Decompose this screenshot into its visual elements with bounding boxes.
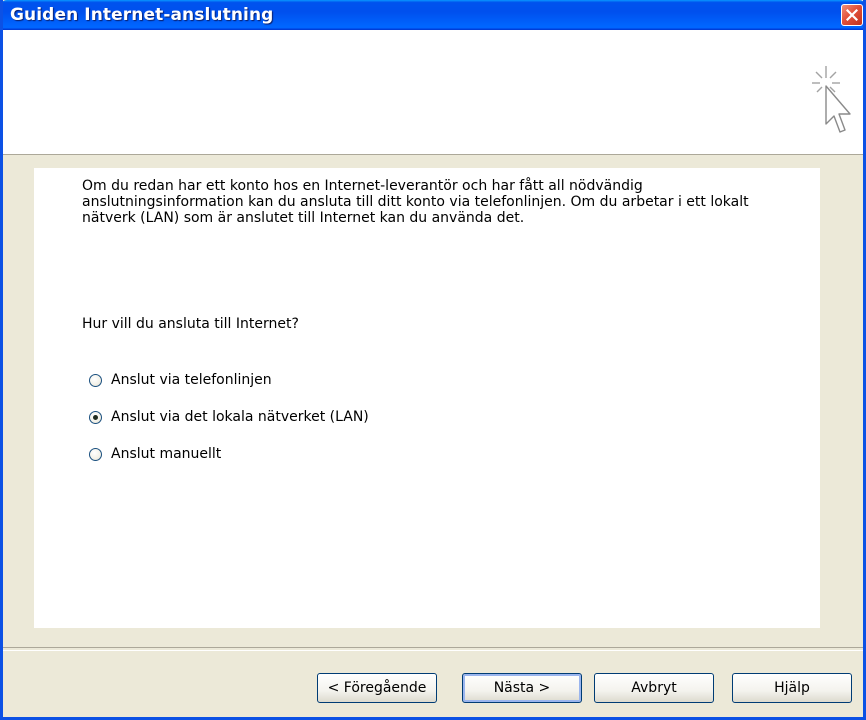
wizard-content: Om du redan har ett konto hos en Interne…	[34, 168, 820, 628]
option-label[interactable]: Anslut manuellt	[111, 446, 221, 462]
wizard-header	[3, 30, 863, 155]
option-phone-line[interactable]: Anslut via telefonlinjen	[89, 371, 272, 389]
wizard-window: Guiden Internet-anslutning Om du redan h…	[0, 0, 866, 720]
cancel-button[interactable]: Avbryt	[594, 673, 714, 703]
intro-text: Om du redan har ett konto hos en Interne…	[82, 178, 749, 226]
window-title: Guiden Internet-anslutning	[10, 5, 274, 25]
question-label: Hur vill du ansluta till Internet?	[82, 316, 299, 332]
footer-divider	[3, 647, 863, 651]
option-label[interactable]: Anslut via det lokala nätverket (LAN)	[111, 409, 369, 425]
radio-button[interactable]	[89, 373, 102, 387]
cursor-sparkle-icon	[812, 66, 851, 133]
back-button[interactable]: < Föregående	[317, 673, 437, 703]
option-manual[interactable]: Anslut manuellt	[89, 445, 221, 463]
radio-button-selected[interactable]	[89, 410, 102, 424]
help-button[interactable]: Hjälp	[732, 673, 852, 703]
title-bar[interactable]: Guiden Internet-anslutning	[3, 0, 863, 30]
option-label[interactable]: Anslut via telefonlinjen	[111, 372, 272, 388]
close-icon	[846, 9, 858, 21]
option-lan[interactable]: Anslut via det lokala nätverket (LAN)	[89, 408, 369, 426]
close-button[interactable]	[841, 4, 863, 26]
next-button[interactable]: Nästa >	[462, 673, 582, 703]
radio-button[interactable]	[89, 447, 102, 461]
